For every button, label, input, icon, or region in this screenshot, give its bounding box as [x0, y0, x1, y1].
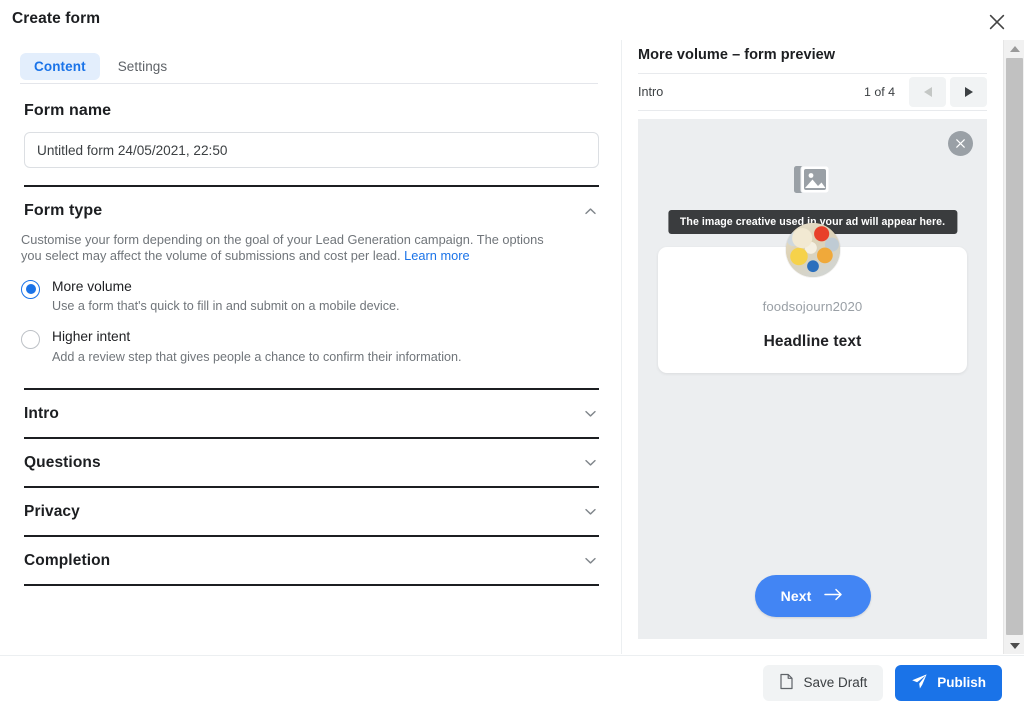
section-completion[interactable]: Completion	[24, 535, 599, 584]
vertical-scrollbar[interactable]	[1003, 40, 1024, 654]
triangle-right-icon	[964, 87, 973, 97]
chevron-down-icon[interactable]	[581, 454, 599, 472]
section-privacy[interactable]: Privacy	[24, 486, 599, 535]
scroll-up-arrow-icon[interactable]	[1004, 40, 1024, 57]
preview-prev-button[interactable]	[909, 77, 946, 107]
section-intro[interactable]: Intro	[24, 388, 599, 437]
chevron-down-icon[interactable]	[581, 405, 599, 423]
preview-canvas: The image creative used in your ad will …	[638, 119, 987, 639]
preview-next-cta-button[interactable]: Next	[754, 575, 871, 617]
chevron-up-icon[interactable]	[581, 202, 599, 220]
divider	[24, 185, 599, 187]
radio-option-higher-intent[interactable]: Higher intent Add a review step that giv…	[21, 329, 620, 365]
tab-settings[interactable]: Settings	[104, 53, 182, 80]
form-name-section: Form name	[0, 102, 620, 168]
chevron-down-icon[interactable]	[581, 503, 599, 521]
section-completion-label: Completion	[24, 551, 111, 569]
form-type-heading: Form type	[24, 202, 103, 219]
chevron-down-icon[interactable]	[581, 552, 599, 570]
section-questions[interactable]: Questions	[24, 437, 599, 486]
preview-next-cta-label: Next	[780, 588, 812, 604]
preview-next-button[interactable]	[950, 77, 987, 107]
close-circle-icon[interactable]	[948, 131, 973, 156]
arrow-right-icon	[824, 588, 844, 604]
tab-content[interactable]: Content	[20, 52, 100, 80]
radio-more-volume[interactable]	[21, 279, 40, 299]
section-intro-label: Intro	[24, 404, 59, 422]
paper-plane-icon	[911, 673, 928, 693]
radio-more-volume-sub: Use a form that's quick to fill in and s…	[52, 299, 400, 314]
document-icon	[779, 673, 794, 693]
publish-label: Publish	[937, 675, 986, 690]
scroll-down-arrow-icon[interactable]	[1004, 637, 1024, 654]
form-editor-pane: Content Settings Form name Form type Cus…	[0, 40, 620, 654]
section-questions-label: Questions	[24, 453, 101, 471]
preview-step-label: Intro	[638, 85, 664, 99]
form-type-header[interactable]: Form type	[24, 202, 599, 220]
preview-title: More volume – form preview	[638, 47, 836, 63]
preview-headline: Headline text	[763, 333, 862, 350]
dialog-footer: Save Draft Publish	[0, 655, 1024, 709]
radio-higher-intent-label: Higher intent	[52, 329, 131, 345]
create-form-dialog: Create form Content Settings Form name F…	[0, 0, 1024, 709]
close-icon[interactable]	[984, 9, 1010, 35]
save-draft-label: Save Draft	[803, 675, 868, 690]
preview-navbar: Intro 1 of 4	[638, 73, 987, 111]
divider	[24, 584, 599, 587]
form-name-heading: Form name	[24, 102, 112, 119]
scrollbar-thumb[interactable]	[1006, 58, 1023, 635]
triangle-left-icon	[923, 87, 932, 97]
radio-higher-intent-sub: Add a review step that gives people a ch…	[52, 349, 462, 364]
preview-counter: 1 of 4	[863, 85, 895, 99]
form-type-section: Form type	[0, 202, 620, 220]
radio-more-volume-label: More volume	[52, 278, 132, 294]
tab-bar: Content Settings	[0, 48, 620, 84]
page-title: Create form	[12, 10, 101, 27]
section-privacy-label: Privacy	[24, 502, 80, 520]
form-type-description: Customise your form depending on the goa…	[21, 232, 561, 265]
save-draft-button[interactable]: Save Draft	[763, 664, 884, 701]
learn-more-link[interactable]: Learn more	[404, 248, 469, 263]
images-icon	[793, 164, 833, 203]
radio-higher-intent[interactable]	[21, 330, 40, 350]
preview-username: foodsojourn2020	[762, 299, 863, 314]
avatar	[785, 223, 840, 277]
form-name-input[interactable]	[24, 132, 599, 168]
radio-option-more-volume[interactable]: More volume Use a form that's quick to f…	[21, 279, 620, 315]
form-preview-pane: More volume – form preview Intro 1 of 4	[621, 40, 1003, 654]
publish-button[interactable]: Publish	[895, 664, 1002, 701]
